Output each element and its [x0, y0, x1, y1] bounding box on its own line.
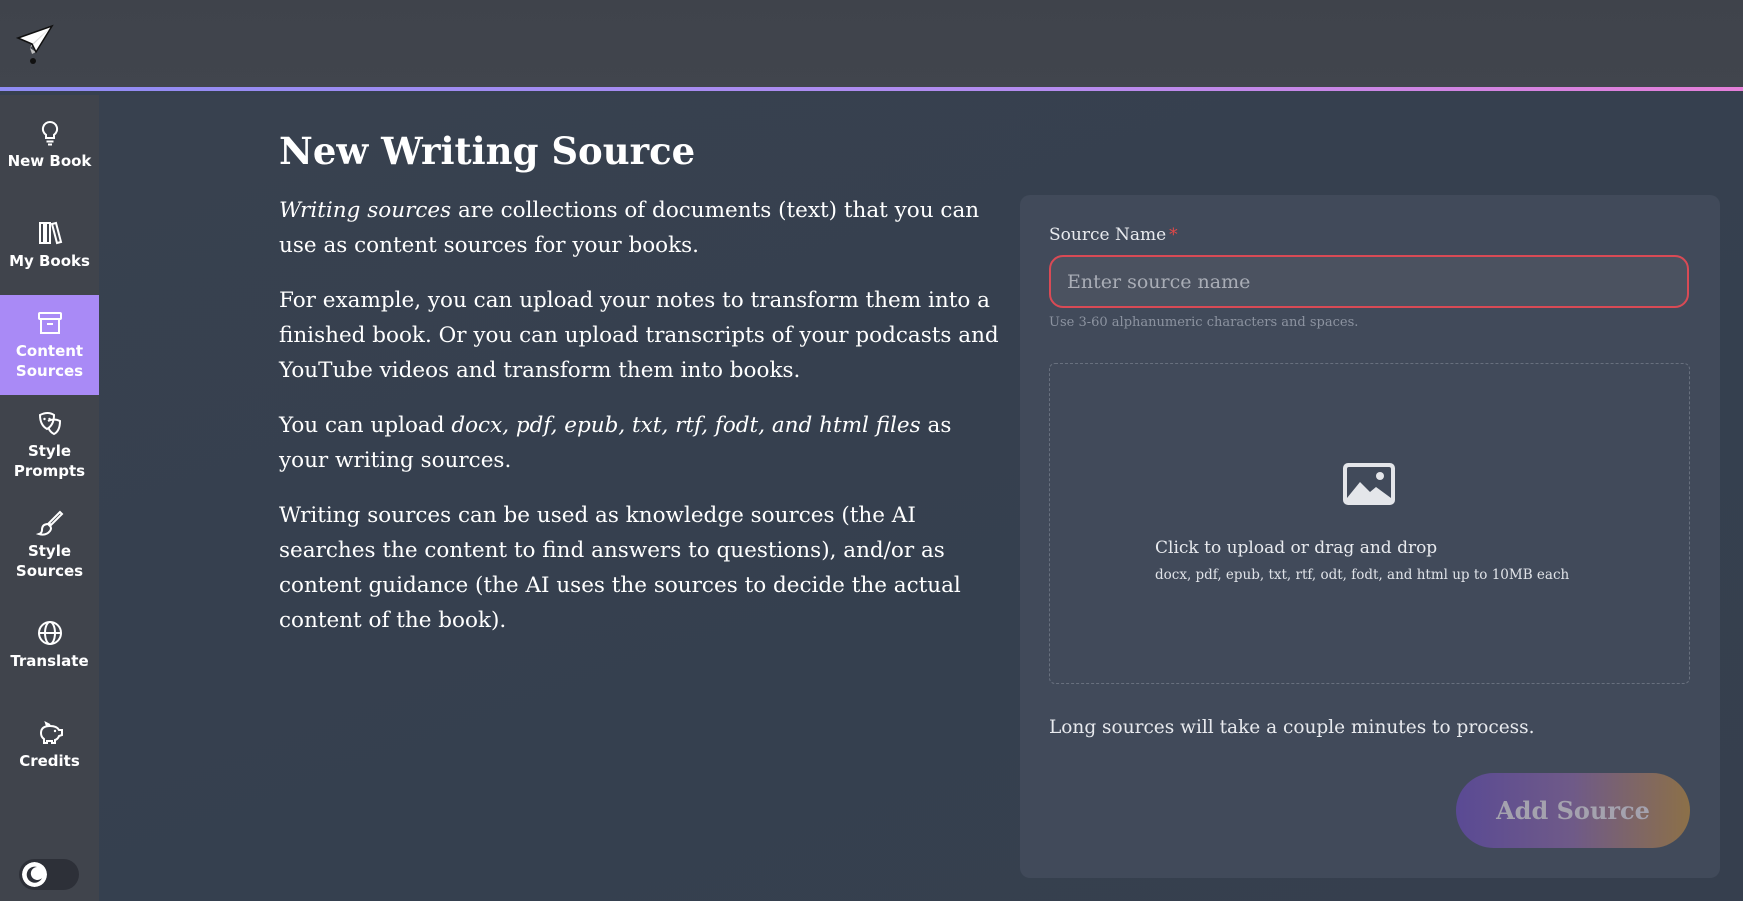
- sidebar-item-translate[interactable]: Translate: [0, 595, 99, 695]
- sidebar-item-new-book[interactable]: New Book: [0, 95, 99, 195]
- add-source-button[interactable]: Add Source: [1456, 773, 1690, 848]
- lightbulb-icon: [41, 120, 58, 146]
- sidebar-item-content-sources[interactable]: Content Sources: [0, 295, 99, 395]
- sidebar: New Book My Books Content Sources Style …: [0, 95, 99, 901]
- source-name-label-text: Source Name: [1049, 225, 1167, 245]
- description-emphasis: Writing sources: [279, 198, 452, 223]
- sidebar-item-style-prompts[interactable]: Style Prompts: [0, 395, 99, 495]
- globe-icon: [37, 621, 62, 645]
- source-name-label: Source Name *: [1049, 225, 1178, 245]
- source-name-input[interactable]: [1049, 255, 1689, 308]
- upload-sub-text: docx, pdf, epub, txt, rtf, odt, fodt, an…: [1155, 567, 1570, 583]
- sidebar-item-label: Credits: [19, 752, 80, 770]
- sidebar-item-label: Content Sources: [15, 342, 84, 380]
- required-marker: *: [1169, 225, 1178, 245]
- image-icon: [1343, 463, 1395, 505]
- sidebar-item-style-sources[interactable]: Style Sources: [0, 495, 99, 595]
- source-name-hint: Use 3-60 alphanumeric characters and spa…: [1049, 315, 1359, 330]
- main-content: New Writing Source Writing sources are c…: [99, 95, 1743, 901]
- description-paragraph-3: You can upload docx, pdf, epub, txt, rtf…: [279, 408, 999, 478]
- upload-main-text: Click to upload or drag and drop: [1155, 538, 1438, 558]
- sidebar-item-label: Style Sources: [15, 542, 84, 580]
- sidebar-item-label: Style Prompts: [13, 442, 86, 480]
- theater-masks-icon: [38, 412, 61, 436]
- description-text: You can upload: [279, 413, 452, 438]
- description-paragraph-4: Writing sources can be used as knowledge…: [279, 503, 961, 633]
- sidebar-item-credits[interactable]: Credits: [0, 695, 99, 795]
- top-bar-accent-line: [0, 87, 1743, 91]
- archive-box-icon: [37, 312, 62, 334]
- piggy-bank-icon: [39, 721, 63, 744]
- upload-dropzone[interactable]: Click to upload or drag and drop docx, p…: [1049, 363, 1690, 684]
- sidebar-item-label: My Books: [9, 252, 90, 270]
- description: Writing sources are collections of docum…: [279, 193, 999, 658]
- sidebar-item-label: Translate: [10, 652, 89, 670]
- source-form-card: Source Name* Use 3-60 alphanumeric chara…: [1020, 195, 1720, 878]
- books-icon: [38, 221, 62, 245]
- paint-brush-icon: [35, 510, 63, 536]
- top-bar: [0, 0, 1743, 91]
- page-title: New Writing Source: [279, 129, 696, 173]
- description-paragraph-2: For example, you can upload your notes t…: [279, 288, 999, 383]
- paper-plane-icon[interactable]: [16, 24, 56, 66]
- sidebar-item-label: New Book: [7, 152, 92, 170]
- theme-toggle[interactable]: [19, 859, 79, 890]
- processing-note: Long sources will take a couple minutes …: [1049, 717, 1535, 738]
- sidebar-item-my-books[interactable]: My Books: [0, 195, 99, 295]
- description-emphasis: docx, pdf, epub, txt, rtf, fodt, and htm…: [451, 413, 921, 438]
- description-paragraph-1: Writing sources are collections of docum…: [279, 193, 999, 263]
- moon-icon: [22, 862, 47, 887]
